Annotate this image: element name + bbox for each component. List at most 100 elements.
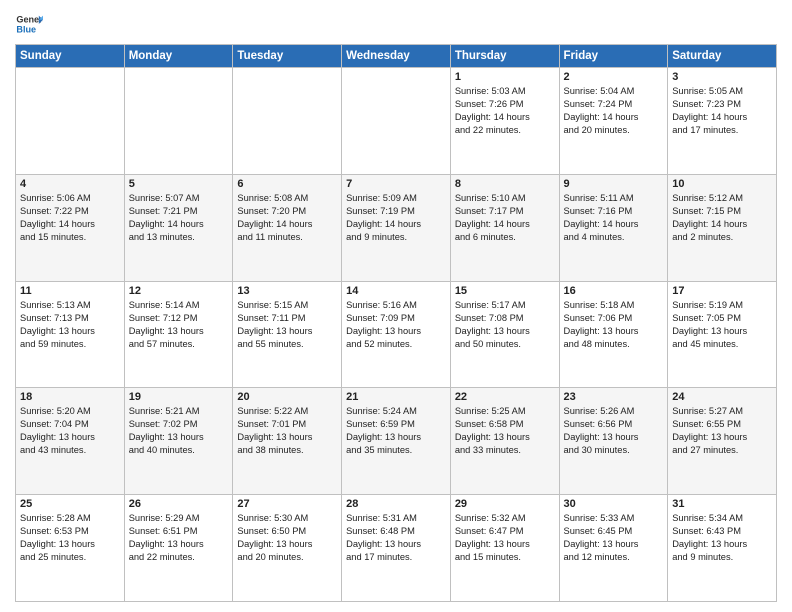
calendar-week-4: 18Sunrise: 5:20 AM Sunset: 7:04 PM Dayli…	[16, 388, 777, 495]
calendar-cell: 24 Sunrise: 5:27 AM Sunset: 6:55 PM Dayli…	[668, 388, 777, 495]
day-number: 12	[129, 285, 229, 297]
svg-text:Blue: Blue	[16, 24, 36, 34]
cell-details: Sunrise: 5:13 AM Sunset: 7:13 PM Dayligh…	[20, 299, 120, 351]
calendar-cell: 22 Sunrise: 5:25 AM Sunset: 6:58 PM Dayli…	[450, 388, 559, 495]
day-number: 27	[237, 498, 337, 510]
day-number: 5	[129, 178, 229, 190]
calendar-page: General Blue SundayMondayTuesdayWednesda…	[0, 0, 792, 612]
weekday-header-friday: Friday	[559, 45, 668, 68]
weekday-header-saturday: Saturday	[668, 45, 777, 68]
cell-details: Sunrise: 5:24 AM Sunset: 6:59 PM Dayligh…	[346, 405, 446, 457]
calendar-cell: 29 Sunrise: 5:32 AM Sunset: 6:47 PM Dayli…	[450, 495, 559, 602]
day-number: 28	[346, 498, 446, 510]
weekday-header-monday: Monday	[124, 45, 233, 68]
cell-details: Sunrise: 5:21 AM Sunset: 7:02 PM Dayligh…	[129, 405, 229, 457]
calendar-cell: 27 Sunrise: 5:30 AM Sunset: 6:50 PM Dayli…	[233, 495, 342, 602]
logo: General Blue	[15, 10, 43, 38]
day-number: 6	[237, 178, 337, 190]
calendar-cell: 16 Sunrise: 5:18 AM Sunset: 7:06 PM Dayli…	[559, 281, 668, 388]
day-number: 10	[672, 178, 772, 190]
weekday-header-wednesday: Wednesday	[342, 45, 451, 68]
cell-details: Sunrise: 5:29 AM Sunset: 6:51 PM Dayligh…	[129, 512, 229, 564]
calendar-cell: 26 Sunrise: 5:29 AM Sunset: 6:51 PM Dayli…	[124, 495, 233, 602]
calendar-cell	[342, 68, 451, 175]
cell-details: Sunrise: 5:10 AM Sunset: 7:17 PM Dayligh…	[455, 192, 555, 244]
weekday-header-sunday: Sunday	[16, 45, 125, 68]
cell-details: Sunrise: 5:04 AM Sunset: 7:24 PM Dayligh…	[564, 85, 664, 137]
calendar-cell: 30Sunrise: 5:33 AM Sunset: 6:45 PM Dayli…	[559, 495, 668, 602]
cell-details: Sunrise: 5:25 AM Sunset: 6:58 PM Dayligh…	[455, 405, 555, 457]
calendar-cell: 6 Sunrise: 5:08 AM Sunset: 7:20 PM Daylig…	[233, 174, 342, 281]
day-number: 4	[20, 178, 120, 190]
day-number: 9	[564, 178, 664, 190]
cell-details: Sunrise: 5:08 AM Sunset: 7:20 PM Dayligh…	[237, 192, 337, 244]
calendar-cell: 25 Sunrise: 5:28 AM Sunset: 6:53 PM Dayli…	[16, 495, 125, 602]
cell-details: Sunrise: 5:14 AM Sunset: 7:12 PM Dayligh…	[129, 299, 229, 351]
cell-details: Sunrise: 5:06 AM Sunset: 7:22 PM Dayligh…	[20, 192, 120, 244]
weekday-header-tuesday: Tuesday	[233, 45, 342, 68]
weekday-header-thursday: Thursday	[450, 45, 559, 68]
cell-details: Sunrise: 5:11 AM Sunset: 7:16 PM Dayligh…	[564, 192, 664, 244]
cell-details: Sunrise: 5:31 AM Sunset: 6:48 PM Dayligh…	[346, 512, 446, 564]
cell-details: Sunrise: 5:07 AM Sunset: 7:21 PM Dayligh…	[129, 192, 229, 244]
day-number: 20	[237, 391, 337, 403]
day-number: 15	[455, 285, 555, 297]
day-number: 7	[346, 178, 446, 190]
day-number: 22	[455, 391, 555, 403]
calendar-cell: 3Sunrise: 5:05 AM Sunset: 7:23 PM Daylig…	[668, 68, 777, 175]
day-number: 25	[20, 498, 120, 510]
calendar-cell: 28 Sunrise: 5:31 AM Sunset: 6:48 PM Dayli…	[342, 495, 451, 602]
calendar-body: 1 Sunrise: 5:03 AM Sunset: 7:26 PM Daylig…	[16, 68, 777, 602]
calendar-cell: 15Sunrise: 5:17 AM Sunset: 7:08 PM Dayli…	[450, 281, 559, 388]
cell-details: Sunrise: 5:12 AM Sunset: 7:15 PM Dayligh…	[672, 192, 772, 244]
cell-details: Sunrise: 5:16 AM Sunset: 7:09 PM Dayligh…	[346, 299, 446, 351]
cell-details: Sunrise: 5:18 AM Sunset: 7:06 PM Dayligh…	[564, 299, 664, 351]
day-number: 29	[455, 498, 555, 510]
calendar-cell: 12 Sunrise: 5:14 AM Sunset: 7:12 PM Dayli…	[124, 281, 233, 388]
day-number: 11	[20, 285, 120, 297]
calendar-week-1: 1 Sunrise: 5:03 AM Sunset: 7:26 PM Daylig…	[16, 68, 777, 175]
calendar-week-2: 4 Sunrise: 5:06 AM Sunset: 7:22 PM Daylig…	[16, 174, 777, 281]
day-number: 26	[129, 498, 229, 510]
cell-details: Sunrise: 5:09 AM Sunset: 7:19 PM Dayligh…	[346, 192, 446, 244]
calendar-cell: 2Sunrise: 5:04 AM Sunset: 7:24 PM Daylig…	[559, 68, 668, 175]
calendar-cell: 13 Sunrise: 5:15 AM Sunset: 7:11 PM Dayli…	[233, 281, 342, 388]
calendar-cell: 11 Sunrise: 5:13 AM Sunset: 7:13 PM Dayli…	[16, 281, 125, 388]
calendar-cell	[16, 68, 125, 175]
day-number: 1	[455, 71, 555, 83]
calendar-cell: 17Sunrise: 5:19 AM Sunset: 7:05 PM Dayli…	[668, 281, 777, 388]
calendar-week-3: 11 Sunrise: 5:13 AM Sunset: 7:13 PM Dayli…	[16, 281, 777, 388]
calendar-cell: 1 Sunrise: 5:03 AM Sunset: 7:26 PM Daylig…	[450, 68, 559, 175]
cell-details: Sunrise: 5:32 AM Sunset: 6:47 PM Dayligh…	[455, 512, 555, 564]
day-number: 16	[564, 285, 664, 297]
calendar-cell: 4 Sunrise: 5:06 AM Sunset: 7:22 PM Daylig…	[16, 174, 125, 281]
calendar-cell: 31 Sunrise: 5:34 AM Sunset: 6:43 PM Dayli…	[668, 495, 777, 602]
header: General Blue	[15, 10, 777, 38]
calendar-cell: 14Sunrise: 5:16 AM Sunset: 7:09 PM Dayli…	[342, 281, 451, 388]
cell-details: Sunrise: 5:28 AM Sunset: 6:53 PM Dayligh…	[20, 512, 120, 564]
cell-details: Sunrise: 5:27 AM Sunset: 6:55 PM Dayligh…	[672, 405, 772, 457]
cell-details: Sunrise: 5:30 AM Sunset: 6:50 PM Dayligh…	[237, 512, 337, 564]
calendar-cell: 20 Sunrise: 5:22 AM Sunset: 7:01 PM Dayli…	[233, 388, 342, 495]
day-number: 30	[564, 498, 664, 510]
cell-details: Sunrise: 5:22 AM Sunset: 7:01 PM Dayligh…	[237, 405, 337, 457]
calendar-cell: 21 Sunrise: 5:24 AM Sunset: 6:59 PM Dayli…	[342, 388, 451, 495]
calendar-week-5: 25 Sunrise: 5:28 AM Sunset: 6:53 PM Dayli…	[16, 495, 777, 602]
day-number: 19	[129, 391, 229, 403]
calendar-cell: 5 Sunrise: 5:07 AM Sunset: 7:21 PM Daylig…	[124, 174, 233, 281]
calendar-cell: 19 Sunrise: 5:21 AM Sunset: 7:02 PM Dayli…	[124, 388, 233, 495]
calendar-cell	[124, 68, 233, 175]
day-number: 24	[672, 391, 772, 403]
calendar-cell: 10 Sunrise: 5:12 AM Sunset: 7:15 PM Dayli…	[668, 174, 777, 281]
cell-details: Sunrise: 5:34 AM Sunset: 6:43 PM Dayligh…	[672, 512, 772, 564]
cell-details: Sunrise: 5:05 AM Sunset: 7:23 PM Dayligh…	[672, 85, 772, 137]
day-number: 21	[346, 391, 446, 403]
cell-details: Sunrise: 5:03 AM Sunset: 7:26 PM Dayligh…	[455, 85, 555, 137]
logo-icon: General Blue	[15, 10, 43, 38]
day-number: 13	[237, 285, 337, 297]
cell-details: Sunrise: 5:20 AM Sunset: 7:04 PM Dayligh…	[20, 405, 120, 457]
calendar-table: SundayMondayTuesdayWednesdayThursdayFrid…	[15, 44, 777, 602]
calendar-cell: 7 Sunrise: 5:09 AM Sunset: 7:19 PM Daylig…	[342, 174, 451, 281]
cell-details: Sunrise: 5:15 AM Sunset: 7:11 PM Dayligh…	[237, 299, 337, 351]
day-number: 31	[672, 498, 772, 510]
